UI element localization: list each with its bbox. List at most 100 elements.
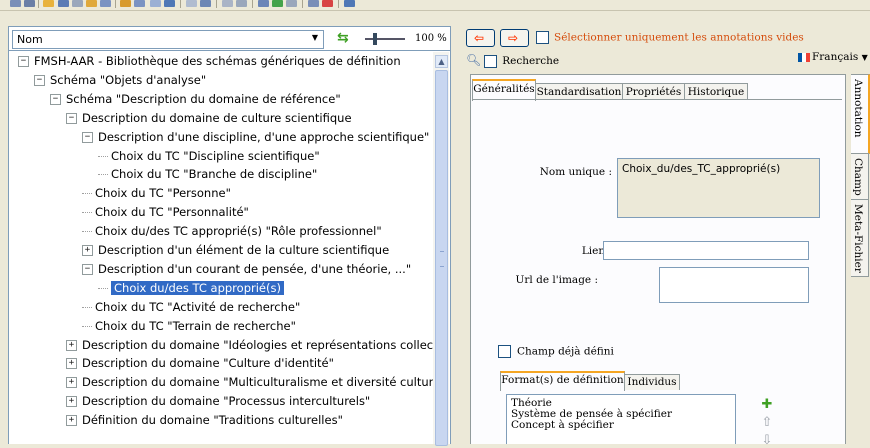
expand-icon[interactable]: + [66,377,77,389]
toolbar-icon[interactable] [72,0,83,7]
list-item[interactable]: Concept à spécifier [511,420,731,431]
move-down-icon[interactable]: ⇩ [760,434,774,448]
only-empty-option[interactable]: Sélectionner uniquement les annotations … [536,31,804,44]
collapse-icon[interactable]: − [18,56,29,67]
tab-formats[interactable]: Format(s) de définition [500,371,625,391]
tree-row-label: Description d'un élément de la culture s… [98,243,390,257]
toolbar-icon[interactable] [150,0,161,7]
tab-proprietes[interactable]: Propriétés [622,83,685,100]
toolbar-icon[interactable] [236,0,247,7]
search-checkbox[interactable] [484,54,498,68]
image-url-input[interactable] [659,267,809,303]
tree-row[interactable]: + Description du domaine "Processus inter… [66,392,370,410]
search-icon[interactable]: 🔍︎ [466,53,481,67]
tree-row[interactable]: − Description du domaine de culture scien… [66,109,352,127]
toolbar-icon[interactable] [86,0,97,7]
arrow-right-icon: ⇨ [508,31,519,45]
next-button[interactable]: ⇨ [500,29,529,47]
tree-panel: Nom ▼ ⇆ 100 % − FMSH-AAR - Bibliothèque d… [8,26,451,446]
toolbar-icon[interactable] [24,0,35,7]
toolbar-icon[interactable] [272,0,283,7]
toolbar-icon[interactable] [308,0,319,7]
toolbar-icon[interactable] [58,0,69,7]
tree-row[interactable]: + Description du domaine "Idéologies et r… [66,336,433,354]
search-option[interactable]: 🔍︎ Recherche [466,53,559,68]
zoom-slider[interactable] [365,33,405,45]
tree-row[interactable]: − Schéma "Objets d'analyse" [34,71,206,89]
toolbar-icon[interactable] [10,0,21,7]
tab-champ-label: Champ [852,158,864,196]
collapse-icon[interactable]: − [34,74,45,86]
tree-row[interactable]: Choix du TC "Activité de recherche" [82,298,300,316]
chevron-down-icon[interactable]: ▼ [862,53,868,62]
tab-generalites[interactable]: Généralités [472,79,536,101]
tab-standardisation[interactable]: Standardisation [535,83,623,100]
only-empty-checkbox[interactable] [536,31,549,44]
tree-row[interactable]: Choix du TC "Discipline scientifique" [98,147,320,165]
tree-connector [82,306,92,308]
tree-row[interactable]: + Description du domaine "Multiculturalis… [66,373,433,391]
toolbar-icon[interactable] [344,0,355,7]
tab-annotation[interactable]: Annotation [851,74,870,154]
expand-icon[interactable]: + [66,396,77,408]
tree-row[interactable]: Choix du/des TC approprié(s) [98,279,285,297]
tree-row[interactable]: Choix du TC "Personne" [82,184,231,202]
tree-row-label: Description du domaine "Processus interc… [82,394,371,409]
tree-row[interactable]: Choix du TC "Branche de discipline" [98,165,317,183]
toolbar-separator [38,0,39,8]
toolbar-icon[interactable] [186,0,197,7]
toolbar-icon[interactable] [258,0,269,7]
tree-row[interactable]: − Schéma "Description du domaine de référ… [50,90,341,108]
collapse-icon[interactable]: − [82,131,93,143]
tree-row[interactable]: + Description du domaine "Culture d'ident… [66,354,334,372]
tab-champ[interactable]: Champ [851,153,869,200]
toolbar-icon[interactable] [164,0,175,7]
language-selector[interactable]: Français ▼ [798,51,868,63]
already-defined-option[interactable]: Champ déjà défini [498,345,614,358]
collapse-icon[interactable]: − [50,93,61,105]
move-up-icon[interactable]: ⇧ [760,416,774,430]
toolbar-icon[interactable] [286,0,297,7]
tab-historique[interactable]: Historique [684,83,748,100]
toolbar-separator [302,0,303,8]
tree-row[interactable]: − FMSH-AAR - Bibliothèque des schémas gén… [18,52,401,70]
toolbar-icon[interactable] [43,0,54,7]
toolbar-separator [338,0,339,8]
scrollbar-thumb[interactable] [435,70,448,446]
zoom-slider-handle[interactable] [373,33,377,45]
only-empty-label: Sélectionner uniquement les annotations … [554,31,804,44]
tree-connector [98,287,108,289]
collapse-icon[interactable]: − [66,112,77,124]
scroll-up-icon[interactable]: ▲ [435,55,448,68]
divider [9,50,450,51]
tree-row[interactable]: Choix du/des TC approprié(s) "Rôle profe… [82,222,382,240]
tree-row[interactable]: + Définition du domaine "Traditions cultu… [66,411,343,429]
tree-row[interactable]: Choix du TC "Terrain de recherche" [82,317,296,335]
tab-meta-fichier[interactable]: Meta-Fichier [851,199,869,277]
expand-icon[interactable]: + [66,358,77,370]
toolbar-icon[interactable] [134,0,145,7]
toolbar-icon[interactable] [322,0,333,7]
tree-row[interactable]: − Description d'un courant de pensée, d'u… [82,260,411,278]
add-icon[interactable]: ✚ [760,398,774,412]
tree-row-label: Schéma "Objets d'analyse" [50,72,207,87]
tree-row[interactable]: + Description d'un élément de la culture … [82,241,389,259]
already-defined-checkbox[interactable] [498,345,511,358]
tree-row[interactable]: − Description d'une discipline, d'une app… [82,128,429,146]
chevron-down-icon[interactable]: ▼ [312,33,318,42]
sort-combo[interactable]: Nom ▼ [12,30,324,49]
expand-icon[interactable]: + [66,339,77,351]
refresh-icon[interactable]: ⇆ [337,30,349,46]
previous-button[interactable]: ⇦ [466,29,495,47]
tree-row[interactable]: Choix du TC "Personnalité" [82,203,249,221]
toolbar-icon[interactable] [222,0,233,7]
tree-scrollbar[interactable]: ▲ [433,52,449,446]
collapse-icon[interactable]: − [82,263,93,275]
toolbar-icon[interactable] [120,0,131,7]
link-input[interactable] [603,241,809,260]
tab-individus[interactable]: Individus [624,374,680,390]
expand-icon[interactable]: + [82,245,93,256]
expand-icon[interactable]: + [66,415,77,427]
toolbar-icon[interactable] [200,0,211,7]
toolbar-icon[interactable] [100,0,111,7]
